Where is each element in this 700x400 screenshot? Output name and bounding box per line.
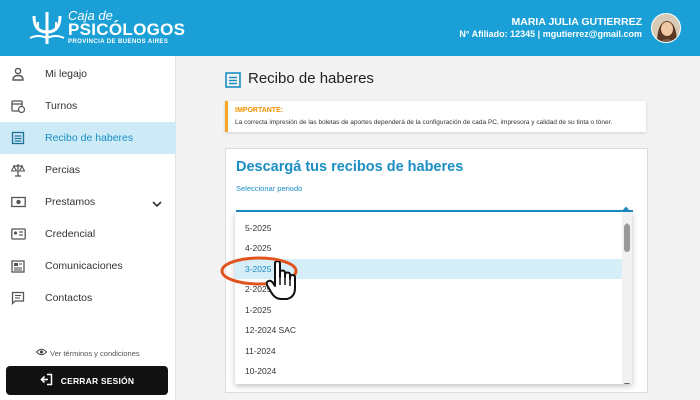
logout-button[interactable]: CERRAR SESIÓN xyxy=(6,366,168,395)
sidebar-item-comunicaciones[interactable]: Comunicaciones xyxy=(0,250,176,282)
terms-link[interactable]: Ver términos y condiciones xyxy=(35,348,140,358)
period-option[interactable]: 1-2025 xyxy=(235,300,622,320)
important-notice: IMPORTANTE: La correcta impresión de las… xyxy=(225,101,646,132)
chevron-down-icon[interactable] xyxy=(152,195,162,213)
avatar[interactable] xyxy=(651,13,681,43)
notice-text: La correcta impresión de las boletas de … xyxy=(235,119,613,126)
sidebar-item-label: Credencial xyxy=(45,228,96,240)
app-header: Caja de PSICÓLOGOS PROVINCIA DE BUENOS A… xyxy=(0,0,700,56)
terms-label: Ver términos y condiciones xyxy=(50,348,140,358)
dropdown-scrollbar[interactable] xyxy=(622,212,632,384)
sidebar-item-mi-legajo[interactable]: Mi legajo xyxy=(0,58,176,90)
person-icon xyxy=(10,66,26,82)
page-title: Recibo de haberes xyxy=(248,70,374,87)
period-option[interactable]: 11-2024 xyxy=(235,341,622,361)
pointer-hand-icon xyxy=(266,261,296,300)
sidebar-item-label: Percias xyxy=(45,164,81,176)
money-icon xyxy=(10,194,26,210)
sidebar-item-label: Contactos xyxy=(45,292,93,304)
logout-label: CERRAR SESIÓN xyxy=(60,375,135,386)
newspaper-icon xyxy=(10,258,26,274)
sidebar-item-label: Prestamos xyxy=(45,196,96,208)
period-option[interactable]: 5-2025 xyxy=(235,218,622,238)
card-title: Descargá tus recibos de haberes xyxy=(236,159,464,175)
receipt-list-icon xyxy=(225,72,241,93)
period-select-label: Seleccionar periodo xyxy=(236,184,303,193)
sidebar-item-credencial[interactable]: Credencial xyxy=(0,218,176,250)
scroll-thumb[interactable] xyxy=(624,224,630,252)
receipt-list-icon xyxy=(10,130,26,146)
psi-logo-icon xyxy=(29,12,65,44)
calendar-clock-icon xyxy=(10,98,26,114)
caja-psicologos-logo[interactable]: Caja de PSICÓLOGOS PROVINCIA DE BUENOS A… xyxy=(28,8,188,50)
scale-icon xyxy=(10,162,26,178)
sidebar-item-label: Recibo de haberes xyxy=(45,132,134,144)
user-name: MARIA JULIA GUTIERREZ xyxy=(511,16,642,28)
eye-icon xyxy=(35,348,48,358)
logo-line2: PSICÓLOGOS xyxy=(68,20,186,39)
sidebar-item-label: Mi legajo xyxy=(45,68,88,80)
id-card-icon xyxy=(10,226,26,242)
sidebar: Mi legajo Turnos Recibo de haberes Perci… xyxy=(0,56,176,400)
logout-icon xyxy=(40,373,53,388)
scroll-down-icon[interactable] xyxy=(624,375,630,384)
period-option[interactable]: 12-2024 SAC xyxy=(235,320,622,340)
sidebar-item-label: Turnos xyxy=(45,100,78,112)
period-option[interactable]: 10-2024 xyxy=(235,361,622,381)
notice-title: IMPORTANTE: xyxy=(235,107,284,114)
chat-icon xyxy=(10,290,26,306)
logo-line3: PROVINCIA DE BUENOS AIRES xyxy=(68,39,169,45)
sidebar-item-turnos[interactable]: Turnos xyxy=(0,90,176,122)
sidebar-item-prestamos[interactable]: Prestamos xyxy=(0,186,176,218)
sidebar-item-recibo-de-haberes[interactable]: Recibo de haberes xyxy=(0,122,176,154)
sidebar-item-contactos[interactable]: Contactos xyxy=(0,282,176,314)
sidebar-item-percias[interactable]: Percias xyxy=(0,154,176,186)
user-info: N° Afiliado: 12345 | mgutierrez@gmail.co… xyxy=(459,29,642,39)
sidebar-item-label: Comunicaciones xyxy=(45,260,123,272)
